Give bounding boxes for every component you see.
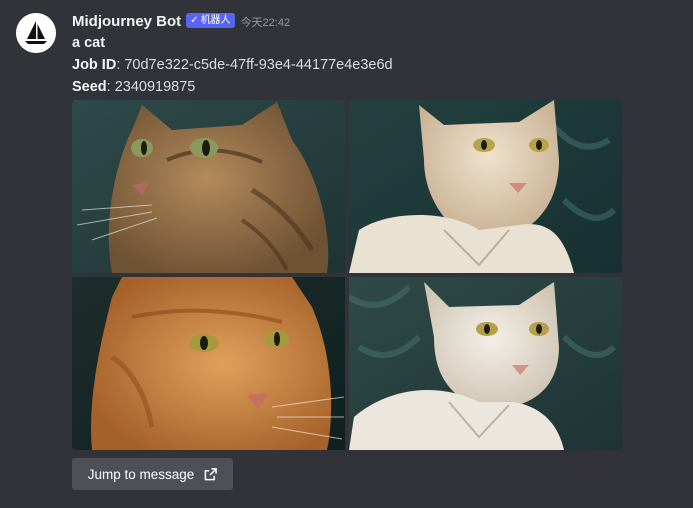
verified-check-icon: ✓ (190, 14, 199, 26)
prompt-line: a cat (72, 33, 105, 53)
image-grid (72, 100, 622, 450)
message-timestamp[interactable]: 今天22:42 (241, 14, 291, 30)
bot-badge: ✓ 机器人 (186, 12, 235, 28)
jump-button-label: Jump to message (87, 466, 195, 482)
midjourney-avatar[interactable] (16, 13, 56, 53)
image-white-cat-shirt-1[interactable] (349, 100, 622, 273)
seed-value: : 2340919875 (106, 79, 196, 95)
sailboat-icon (16, 13, 56, 53)
job-id-line: Job ID: 70d7e322-c5de-47ff-93e4-44177e4e… (72, 55, 393, 75)
image-orange-cat[interactable] (72, 277, 345, 450)
bot-badge-label: 机器人 (200, 14, 231, 26)
message-header: Midjourney Bot ✓ 机器人 今天22:42 (72, 10, 290, 32)
external-link-icon (204, 467, 218, 480)
job-id-value: : 70d7e322-c5de-47ff-93e4-44177e4e3e6d (116, 57, 393, 73)
prompt-text: a cat (72, 35, 106, 51)
author-name[interactable]: Midjourney Bot (72, 13, 181, 30)
image-white-cat-shirt-2[interactable] (349, 277, 622, 450)
chat-message: Midjourney Bot ✓ 机器人 今天22:42 a cat Job I… (0, 0, 693, 508)
job-id-label: Job ID (72, 57, 117, 73)
jump-to-message-button[interactable]: Jump to message (72, 458, 233, 490)
seed-label: Seed (72, 79, 107, 95)
seed-line: Seed: 2340919875 (72, 77, 195, 97)
image-tabby-cat[interactable] (72, 100, 345, 273)
